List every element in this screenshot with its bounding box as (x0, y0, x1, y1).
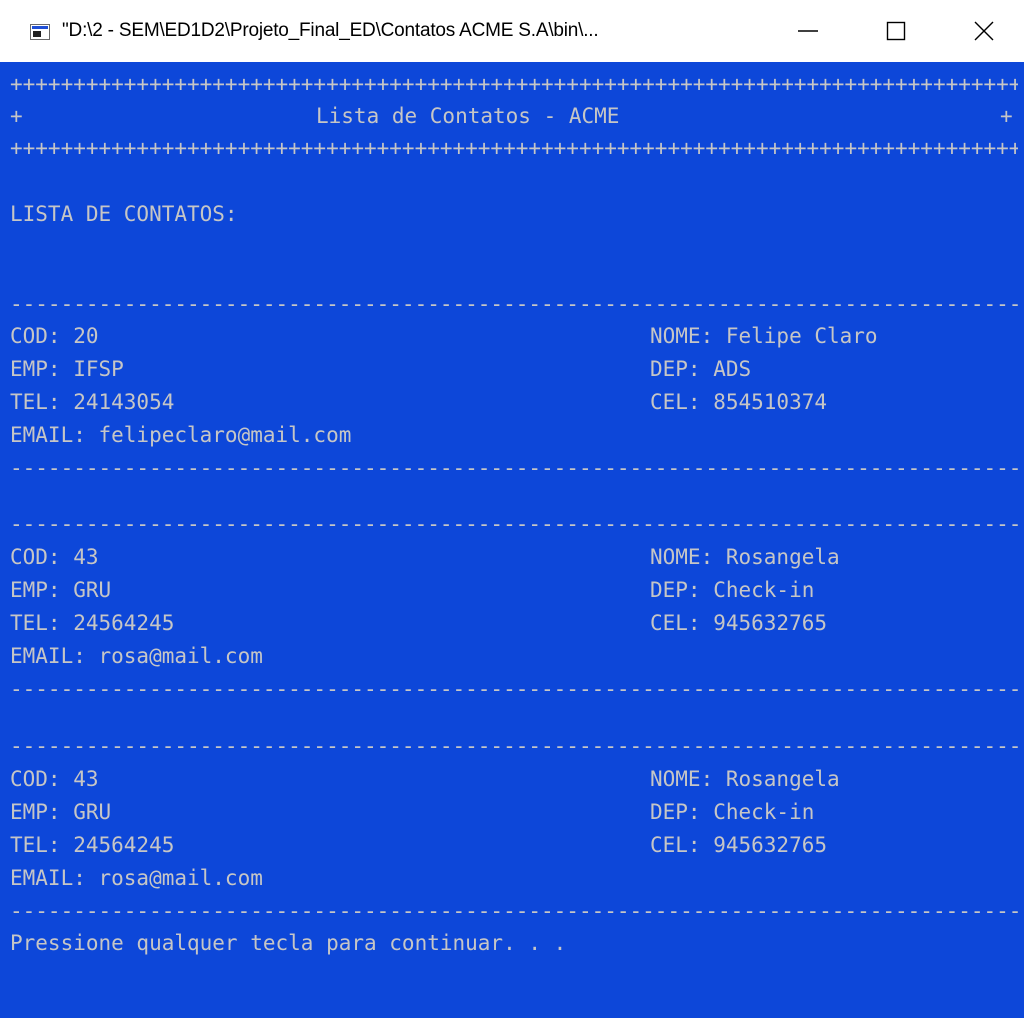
separator-line: ----------------------------------------… (10, 512, 1018, 536)
contact-dep: DEP: ADS (650, 357, 752, 381)
contact-email: EMAIL: rosa@mail.com (10, 866, 263, 890)
separator-line: ----------------------------------------… (10, 677, 1018, 701)
continue-prompt: Pressione qualquer tecla para continuar.… (10, 931, 567, 955)
contact-cod: COD: 43 (10, 767, 99, 791)
contact-tel: TEL: 24564245 (10, 833, 175, 857)
close-icon (974, 21, 994, 41)
contact-nome: NOME: Rosangela (650, 767, 840, 791)
minimize-button[interactable] (768, 0, 848, 62)
contact-cel: CEL: 945632765 (650, 833, 828, 857)
contact-nome: NOME: Rosangela (650, 545, 840, 569)
maximize-icon (886, 21, 906, 41)
contact-emp: EMP: IFSP (10, 357, 124, 381)
contact-cod: COD: 20 (10, 324, 99, 348)
contact-cod: COD: 43 (10, 545, 99, 569)
separator-line: ----------------------------------------… (10, 292, 1018, 316)
console-output[interactable]: ++++++++++++++++++++++++++++++++++++++++… (0, 62, 1024, 1018)
window-title: "D:\2 - SEM\ED1D2\Projeto_Final_ED\Conta… (62, 20, 599, 41)
header-border-top: ++++++++++++++++++++++++++++++++++++++++… (10, 72, 1018, 96)
console-app-icon[interactable] (30, 24, 50, 40)
separator-line: ----------------------------------------… (10, 899, 1018, 923)
contact-cel: CEL: 945632765 (650, 611, 828, 635)
contact-dep: DEP: Check-in (650, 800, 815, 824)
minimize-icon (798, 30, 818, 32)
contact-emp: EMP: GRU (10, 578, 112, 602)
contact-tel: TEL: 24143054 (10, 390, 175, 414)
contact-emp: EMP: GRU (10, 800, 112, 824)
header-border-left: + (10, 104, 23, 128)
header-border-bottom: ++++++++++++++++++++++++++++++++++++++++… (10, 136, 1018, 160)
title-bar[interactable]: "D:\2 - SEM\ED1D2\Projeto_Final_ED\Conta… (0, 0, 1024, 62)
contact-email: EMAIL: felipeclaro@mail.com (10, 423, 352, 447)
header-title: Lista de Contatos - ACME (316, 104, 620, 128)
close-button[interactable] (944, 0, 1024, 62)
separator-line: ----------------------------------------… (10, 734, 1018, 758)
contact-cel: CEL: 854510374 (650, 390, 828, 414)
contact-tel: TEL: 24564245 (10, 611, 175, 635)
contact-dep: DEP: Check-in (650, 578, 815, 602)
contact-email: EMAIL: rosa@mail.com (10, 644, 263, 668)
header-border-right: + (1000, 104, 1013, 128)
contact-nome: NOME: Felipe Claro (650, 324, 878, 348)
separator-line: ----------------------------------------… (10, 456, 1018, 480)
list-heading: LISTA DE CONTATOS: (10, 202, 238, 226)
maximize-button[interactable] (856, 0, 936, 62)
console-window: "D:\2 - SEM\ED1D2\Projeto_Final_ED\Conta… (0, 0, 1024, 1018)
